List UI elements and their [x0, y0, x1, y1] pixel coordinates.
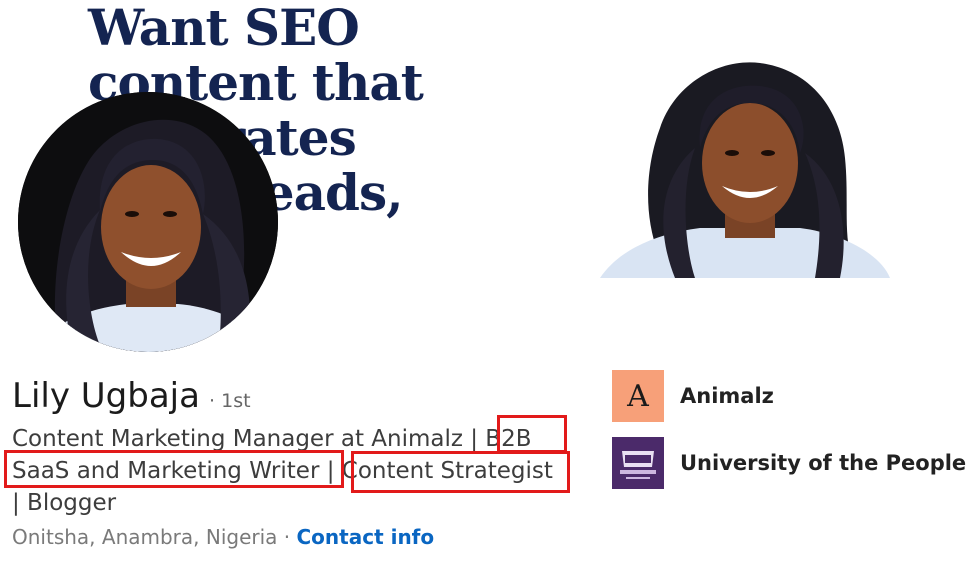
- banner-line: Want SEO: [88, 0, 360, 57]
- contact-info-link[interactable]: Contact info: [297, 525, 435, 549]
- profile-avatar[interactable]: [18, 92, 278, 352]
- animalz-logo-letter: A: [627, 378, 649, 414]
- org-item-university[interactable]: University of the People: [612, 437, 966, 489]
- highlight-box: [497, 415, 567, 453]
- profile-name: Lily Ugbaja: [12, 376, 200, 416]
- separator: ·: [283, 525, 291, 549]
- name-row: Lily Ugbaja · 1st: [12, 376, 251, 416]
- location-text: Onitsha, Anambra, Nigeria: [12, 525, 278, 549]
- org-name: Animalz: [680, 384, 774, 408]
- location-row: Onitsha, Anambra, Nigeria · Contact info: [12, 525, 434, 549]
- animalz-logo: A: [612, 370, 664, 422]
- highlight-box: [351, 451, 570, 493]
- connection-degree: · 1st: [209, 390, 251, 412]
- highlight-box: [4, 450, 344, 488]
- org-name: University of the People: [680, 451, 967, 475]
- org-item-animalz[interactable]: A Animalz: [612, 370, 774, 422]
- university-logo: [612, 437, 664, 489]
- cover-photo: [600, 58, 890, 278]
